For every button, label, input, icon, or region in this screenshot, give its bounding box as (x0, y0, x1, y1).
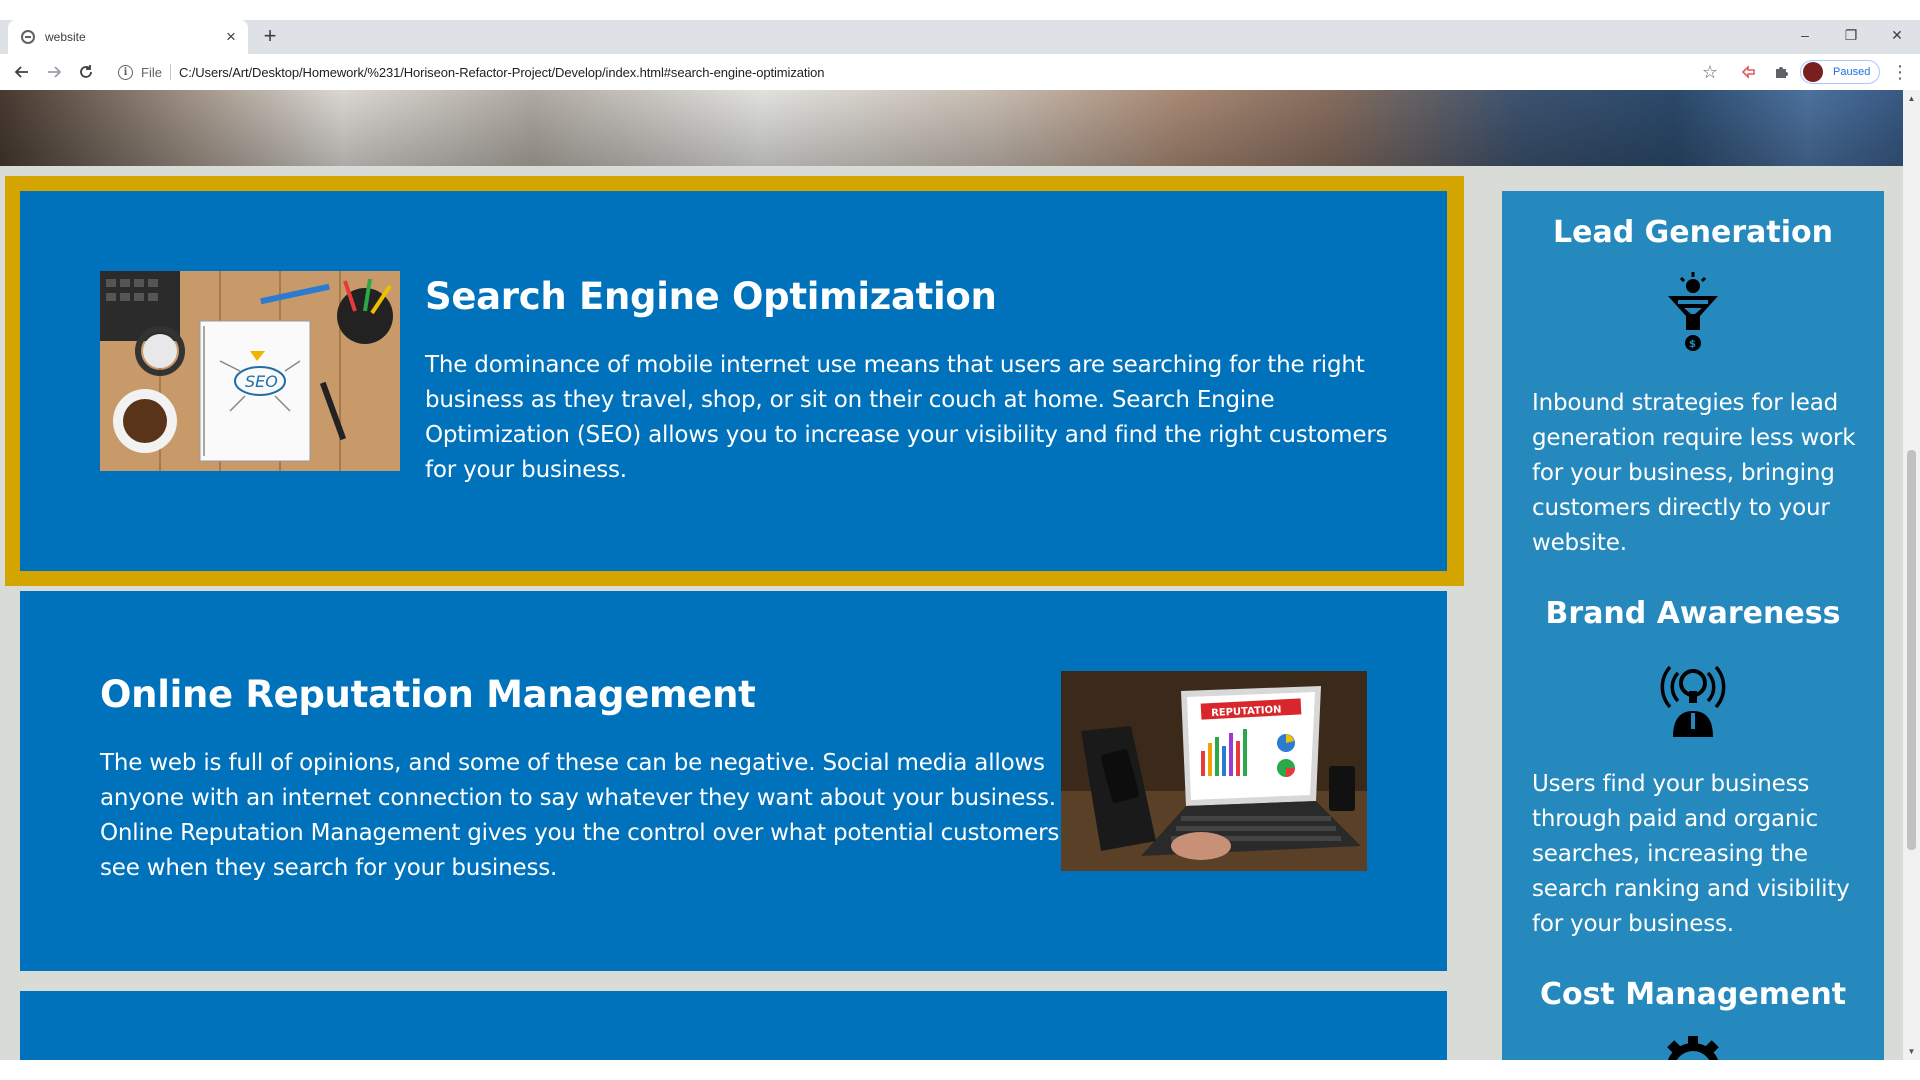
benefit-cost-management: Cost Management (1502, 977, 1884, 1060)
seo-title: Search Engine Optimization (425, 275, 997, 318)
browser-toolbar: i File C:/Users/Art/Desktop/Homework/%23… (0, 54, 1920, 90)
svg-text:SEO: SEO (245, 372, 278, 391)
reload-icon[interactable] (72, 58, 100, 86)
scroll-down-arrow-icon[interactable]: ▼ (1906, 1045, 1917, 1057)
restore-button[interactable]: ❐ (1828, 20, 1874, 50)
vertical-scrollbar[interactable]: ▲ ▼ (1903, 90, 1920, 1060)
reputation-laptop-image: REPUTATION (1061, 671, 1367, 871)
benefits-sidebar: Lead Generation $ Inbound strategies for… (1502, 191, 1884, 1060)
benefit-brand-awareness: Brand Awareness Users find your business… (1502, 596, 1884, 942)
forward-arrow-icon[interactable] (40, 58, 68, 86)
kebab-menu-icon[interactable]: ⋮ (1886, 58, 1914, 86)
window-close-button[interactable]: ✕ (1874, 20, 1920, 50)
url-text[interactable]: C:/Users/Art/Desktop/Homework/%231/Horis… (179, 65, 825, 80)
avatar (1803, 62, 1823, 82)
hero-overlay (0, 90, 1903, 166)
seo-notebook-image: SEO (100, 271, 400, 471)
info-icon[interactable]: i (118, 64, 133, 80)
window-bottom-edge (0, 1060, 1920, 1080)
broadcast-person-icon (1660, 665, 1726, 737)
minimize-button[interactable]: – (1782, 20, 1828, 50)
reputation-title: Online Reputation Management (100, 673, 756, 716)
benefit-title: Brand Awareness (1545, 596, 1841, 631)
page-viewport: SEO Search Engine Optimization The domin… (0, 90, 1903, 1060)
lead-funnel-icon: $ (1668, 272, 1718, 351)
seo-body: The dominance of mobile internet use mea… (425, 352, 1388, 483)
reputation-body: The web is full of opinions, and some of… (100, 750, 1060, 881)
title-bar (0, 0, 1920, 20)
gear-icon (1667, 1036, 1719, 1060)
svg-text:$: $ (1689, 339, 1696, 350)
benefit-lead-generation: Lead Generation $ Inbound strategies for… (1502, 215, 1884, 561)
tab-title: website (45, 30, 86, 44)
globe-icon (21, 30, 35, 44)
back-arrow-icon[interactable] (8, 58, 36, 86)
puzzle-icon[interactable] (1767, 58, 1795, 86)
tab-close-icon[interactable]: × (220, 26, 242, 48)
new-tab-button[interactable]: + (258, 23, 282, 48)
benefit-title: Cost Management (1539, 977, 1847, 1012)
benefit-title: Lead Generation (1553, 215, 1833, 250)
reputation-section: Online Reputation Management The web is … (20, 591, 1447, 971)
omnibox-divider (169, 64, 171, 80)
profile-status: Paused (1833, 66, 1871, 78)
scrollbar-thumb[interactable] (1907, 450, 1916, 850)
address-bar[interactable]: i File C:/Users/Art/Desktop/Homework/%23… (108, 58, 1708, 86)
seo-section: SEO Search Engine Optimization The domin… (20, 191, 1447, 571)
next-service-section (20, 991, 1447, 1060)
extension-icon[interactable] (1735, 58, 1763, 86)
benefit-body: Inbound strategies for lead generation r… (1532, 390, 1856, 556)
profile-button[interactable]: Paused (1800, 60, 1880, 84)
browser-tab[interactable]: website × (8, 20, 248, 54)
url-scheme: File (141, 64, 162, 80)
bookmark-star-icon[interactable]: ☆ (1696, 58, 1724, 86)
scroll-up-arrow-icon[interactable]: ▲ (1906, 92, 1917, 104)
benefit-body: Users find your business through paid an… (1532, 771, 1850, 937)
